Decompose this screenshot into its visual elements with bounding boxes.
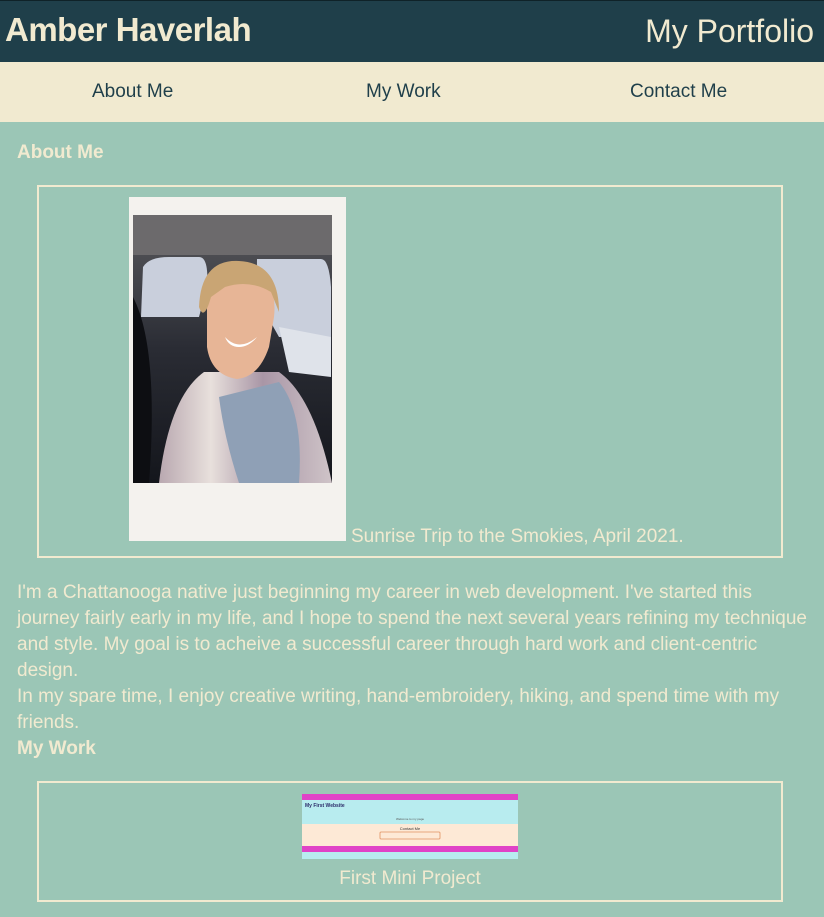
nav-link-contact-me[interactable]: Contact Me — [630, 81, 727, 103]
nav-link-about-me[interactable]: About Me — [92, 81, 173, 103]
about-me-heading: About Me — [17, 142, 104, 163]
bio-paragraph: I'm a Chattanooga native just beginning … — [17, 582, 807, 681]
main-nav: About Me My Work Contact Me — [0, 62, 824, 122]
project-title[interactable]: First Mini Project — [39, 868, 781, 890]
portfolio-title: My Portfolio — [645, 13, 814, 49]
nav-link-my-work[interactable]: My Work — [366, 81, 441, 103]
about-photo-card: Sunrise Trip to the Smokies, April 2021. — [37, 185, 783, 558]
bio-text: I'm a Chattanooga native just beginning … — [17, 580, 812, 736]
my-work-heading: My Work — [17, 738, 96, 759]
thumb-subtitle: Welcome to my page — [396, 817, 424, 821]
thumb-site-title: My First Website — [305, 803, 345, 809]
profile-photo — [129, 197, 346, 541]
project-card: My First Website Welcome to my page Cont… — [37, 781, 783, 902]
project-thumbnail[interactable]: My First Website Welcome to my page Cont… — [302, 794, 518, 859]
thumb-section: Contact Me — [400, 826, 421, 831]
photo-caption: Sunrise Trip to the Smokies, April 2021. — [351, 526, 684, 547]
site-brand: Amber Haverlah — [5, 11, 252, 48]
bio-paragraph: In my spare time, I enjoy creative writi… — [17, 686, 780, 733]
site-header: Amber Haverlah My Portfolio — [0, 0, 824, 62]
